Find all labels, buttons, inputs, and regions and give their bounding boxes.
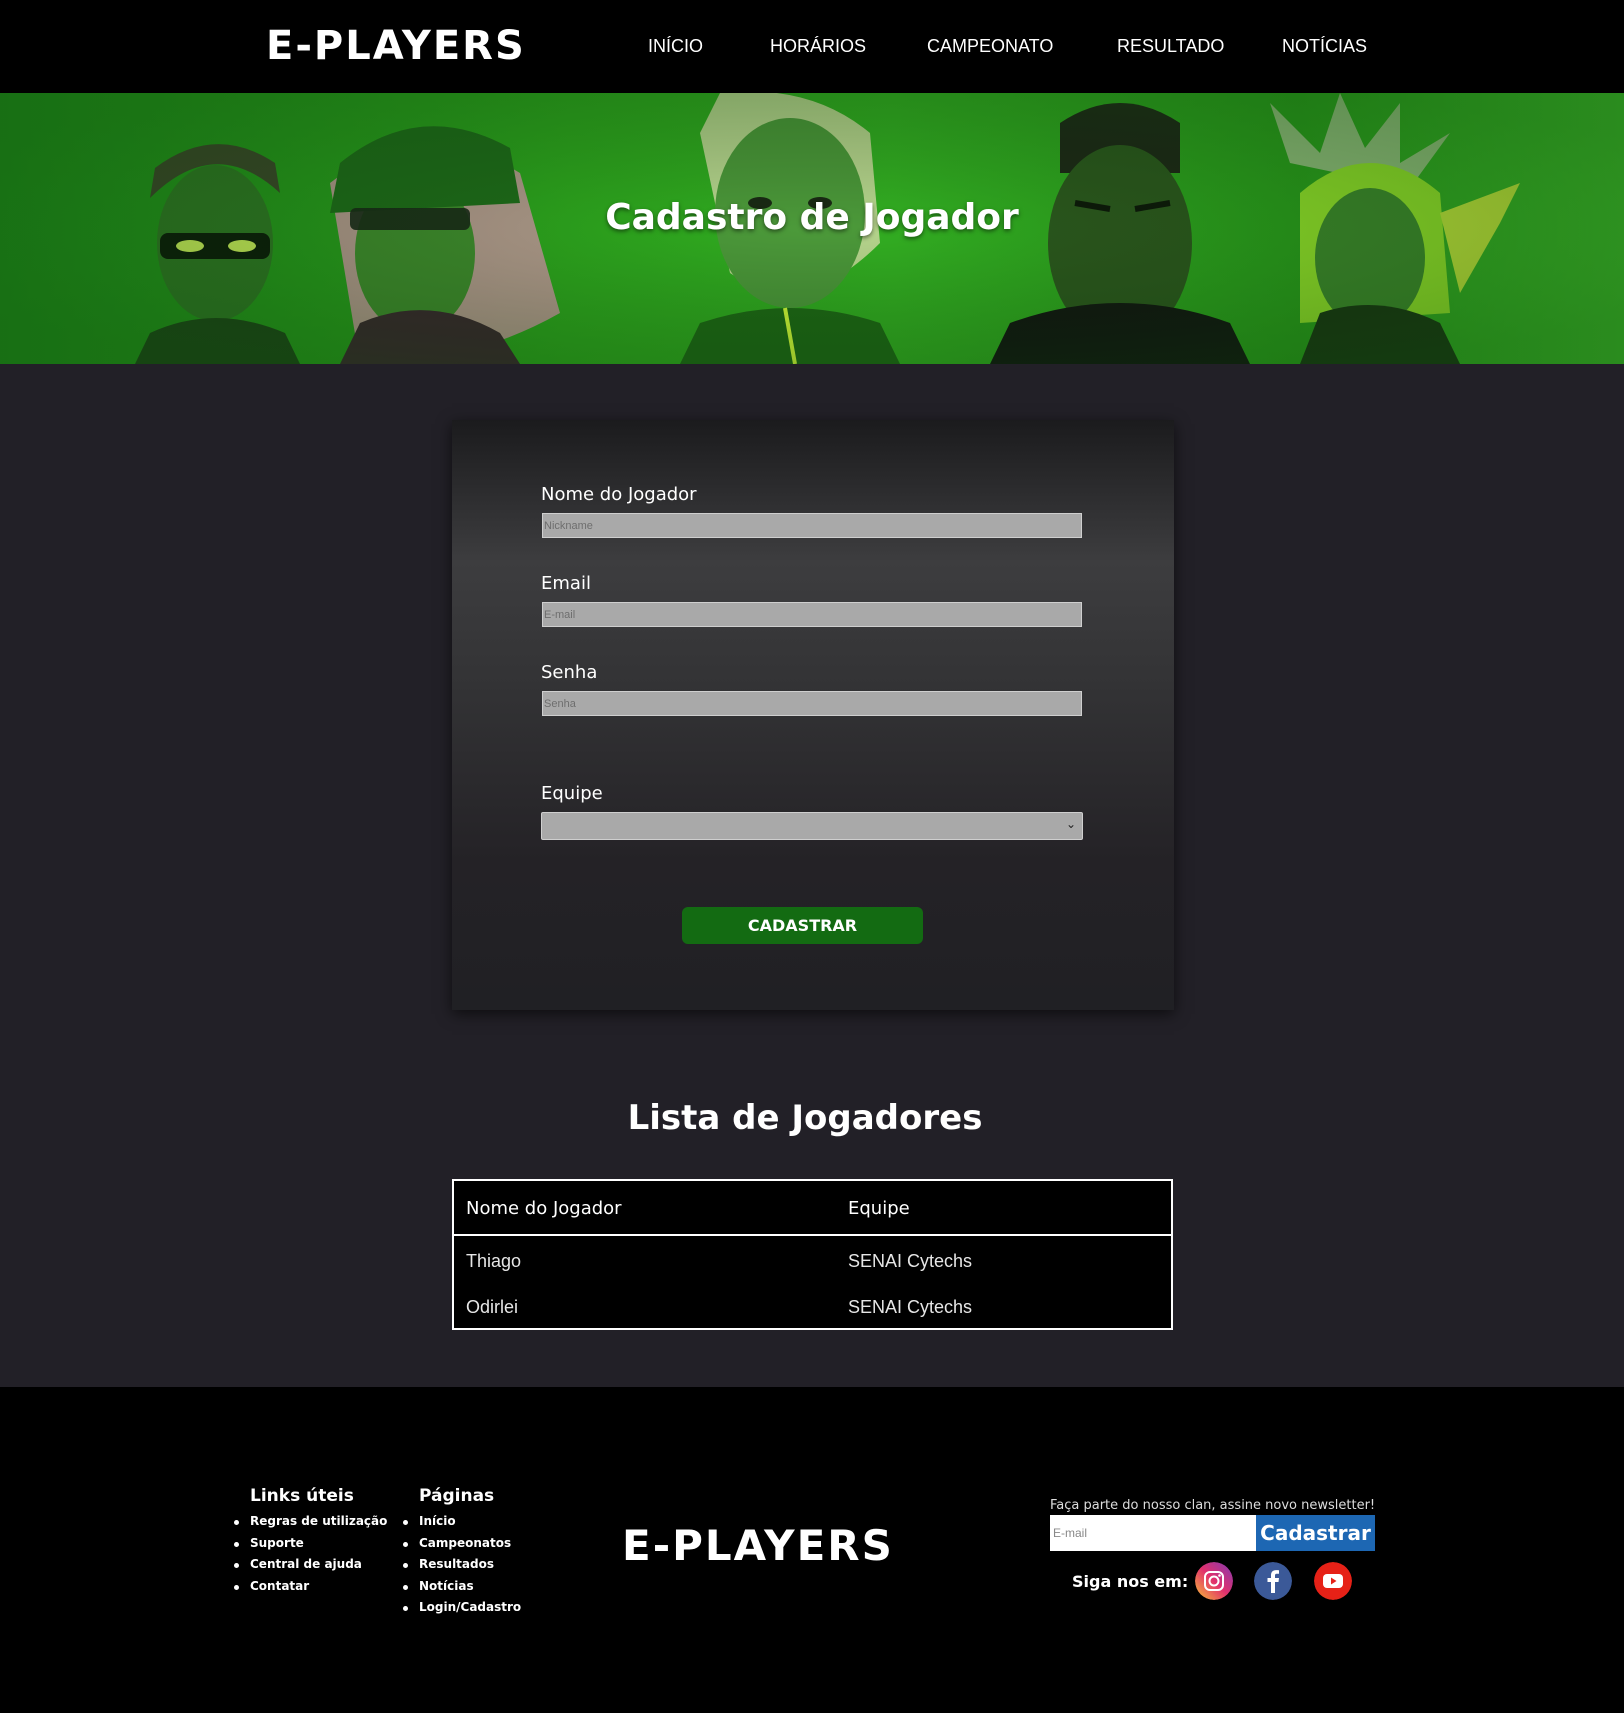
newsletter-email-input[interactable] — [1050, 1515, 1256, 1551]
footer-page-home[interactable]: Início — [403, 1511, 521, 1533]
site-footer: Links úteis Regras de utilização Suporte… — [0, 1387, 1624, 1713]
hero-banner: Cadastro de Jogador — [0, 93, 1624, 364]
instagram-icon[interactable] — [1195, 1562, 1233, 1600]
column-header-team: Equipe — [848, 1198, 910, 1219]
footer-page-news[interactable]: Notícias — [403, 1576, 521, 1598]
youtube-icon[interactable] — [1314, 1562, 1352, 1600]
useful-links-title: Links úteis — [250, 1486, 354, 1506]
chevron-down-icon: ⌄ — [1065, 817, 1076, 831]
footer-link-rules[interactable]: Regras de utilização — [234, 1511, 387, 1533]
newsletter-text: Faça parte do nosso clan, assine novo ne… — [1050, 1498, 1376, 1513]
nav-horarios[interactable]: HORÁRIOS — [770, 36, 866, 57]
player-name-input[interactable] — [542, 513, 1082, 538]
password-input[interactable] — [542, 691, 1082, 716]
table-header: Nome do Jogador Equipe — [454, 1181, 1171, 1236]
nav-inicio[interactable]: INÍCIO — [648, 36, 703, 57]
nav-resultado[interactable]: RESULTADO — [1117, 36, 1224, 57]
footer-page-results[interactable]: Resultados — [403, 1554, 521, 1576]
footer-link-help-center[interactable]: Central de ajuda — [234, 1554, 387, 1576]
follow-us-label: Siga nos em: — [1072, 1572, 1189, 1591]
page-title: Cadastro de Jogador — [605, 197, 1019, 238]
email-input[interactable] — [542, 602, 1082, 627]
footer-logo[interactable]: E-PLAYERS — [622, 1521, 894, 1571]
player-name-label: Nome do Jogador — [541, 484, 697, 505]
nav-noticias[interactable]: NOTÍCIAS — [1282, 36, 1367, 57]
player-table: Nome do Jogador Equipe Thiago SENAI Cyte… — [452, 1179, 1173, 1330]
facebook-icon[interactable] — [1254, 1562, 1292, 1600]
footer-link-contact[interactable]: Contatar — [234, 1576, 387, 1598]
password-label: Senha — [541, 662, 598, 683]
email-label: Email — [541, 573, 591, 594]
footer-page-championships[interactable]: Campeonatos — [403, 1533, 521, 1555]
nav-campeonato[interactable]: CAMPEONATO — [927, 36, 1053, 57]
player-team-cell: SENAI Cytechs — [848, 1251, 973, 1271]
site-logo[interactable]: E-PLAYERS — [266, 22, 526, 70]
team-select[interactable]: ⌄ — [541, 812, 1083, 840]
register-button[interactable]: CADASTRAR — [682, 907, 923, 944]
player-name-cell: Thiago — [466, 1251, 522, 1271]
footer-link-support[interactable]: Suporte — [234, 1533, 387, 1555]
column-header-player: Nome do Jogador — [466, 1198, 622, 1219]
player-list-title: Lista de Jogadores — [627, 1098, 983, 1138]
player-name-cell: Odirlei — [466, 1297, 519, 1317]
footer-page-login[interactable]: Login/Cadastro — [403, 1597, 521, 1619]
team-label: Equipe — [541, 783, 603, 804]
pages-title: Páginas — [419, 1486, 495, 1506]
player-registration-form: Nome do Jogador Email Senha Equipe ⌄ CAD… — [452, 420, 1174, 1010]
newsletter-subscribe-button[interactable]: Cadastrar — [1256, 1515, 1375, 1551]
site-header: E-PLAYERS INÍCIO HORÁRIOS CAMPEONATO RES… — [0, 0, 1624, 93]
player-team-cell: SENAI Cytechs — [848, 1297, 973, 1317]
useful-links-list: Regras de utilização Suporte Central de … — [234, 1511, 387, 1597]
pages-list: Início Campeonatos Resultados Notícias L… — [403, 1511, 521, 1619]
